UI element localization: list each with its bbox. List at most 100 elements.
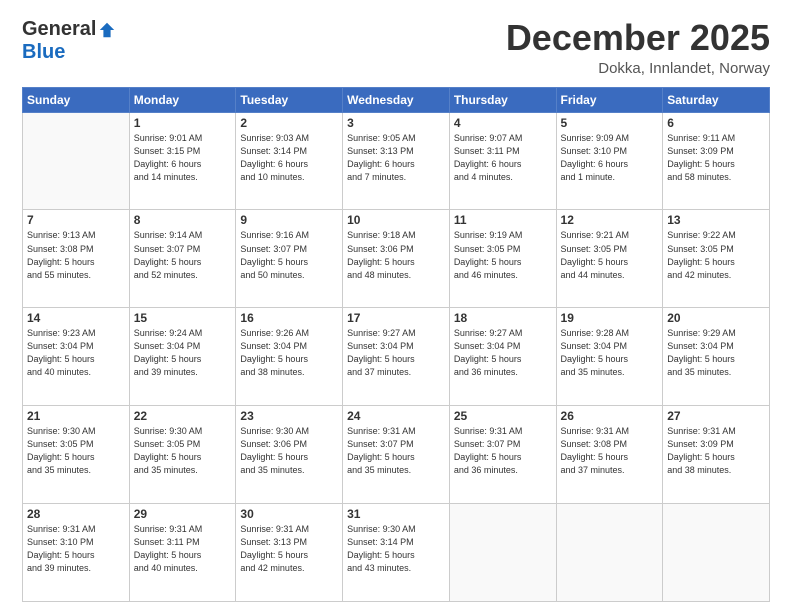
calendar-cell: 12Sunrise: 9:21 AM Sunset: 3:05 PM Dayli… [556,210,663,308]
day-info: Sunrise: 9:30 AM Sunset: 3:05 PM Dayligh… [27,425,125,477]
day-number: 11 [454,213,552,227]
day-info: Sunrise: 9:31 AM Sunset: 3:11 PM Dayligh… [134,523,232,575]
calendar-cell: 7 Sunrise: 9:13 AM Sunset: 3:08 PM Daylig… [23,210,130,308]
day-info: Sunrise: 9:19 AM Sunset: 3:05 PM Dayligh… [454,229,552,281]
calendar-cell: 22 Sunrise: 9:30 AM Sunset: 3:05 PM Dayli… [129,406,236,504]
day-info: Sunrise: 9:27 AM Sunset: 3:04 PM Dayligh… [347,327,445,379]
weekday-header-tuesday: Tuesday [236,87,343,112]
day-number: 13 [667,213,765,227]
calendar-cell: 16 Sunrise: 9:26 AM Sunset: 3:04 PM Dayli… [236,308,343,406]
day-number: 20 [667,311,765,325]
calendar-cell: 18 Sunrise: 9:27 AM Sunset: 3:04 PM Dayli… [449,308,556,406]
day-number: 7 [27,213,125,227]
week-row-2: 7 Sunrise: 9:13 AM Sunset: 3:08 PM Daylig… [23,210,770,308]
calendar-cell: 4 Sunrise: 9:07 AM Sunset: 3:11 PM Daylig… [449,112,556,210]
day-number: 24 [347,409,445,423]
day-info: Sunrise: 9:30 AM Sunset: 3:14 PM Dayligh… [347,523,445,575]
day-number: 17 [347,311,445,325]
calendar-cell: 15 Sunrise: 9:24 AM Sunset: 3:04 PM Dayli… [129,308,236,406]
calendar-cell: 29 Sunrise: 9:31 AM Sunset: 3:11 PM Dayli… [129,504,236,602]
day-number: 28 [27,507,125,521]
calendar-cell: 23Sunrise: 9:30 AM Sunset: 3:06 PM Dayli… [236,406,343,504]
page: General Blue December 2025 Dokka, Innlan… [0,0,792,612]
weekday-header-sunday: Sunday [23,87,130,112]
calendar-cell: 8 Sunrise: 9:14 AM Sunset: 3:07 PM Daylig… [129,210,236,308]
weekday-header-saturday: Saturday [663,87,770,112]
day-number: 27 [667,409,765,423]
day-info: Sunrise: 9:27 AM Sunset: 3:04 PM Dayligh… [454,327,552,379]
day-number: 26 [561,409,659,423]
calendar-cell [23,112,130,210]
calendar-cell: 1Sunrise: 9:01 AM Sunset: 3:15 PM Daylig… [129,112,236,210]
calendar-cell: 27 Sunrise: 9:31 AM Sunset: 3:09 PM Dayli… [663,406,770,504]
day-number: 5 [561,116,659,130]
day-info: Sunrise: 9:24 AM Sunset: 3:04 PM Dayligh… [134,327,232,379]
day-info: Sunrise: 9:31 AM Sunset: 3:13 PM Dayligh… [240,523,338,575]
calendar-cell: 11 Sunrise: 9:19 AM Sunset: 3:05 PM Dayli… [449,210,556,308]
calendar-cell: 6Sunrise: 9:11 AM Sunset: 3:09 PM Daylig… [663,112,770,210]
logo-general: General [22,18,96,41]
calendar-cell: 19 Sunrise: 9:28 AM Sunset: 3:04 PM Dayli… [556,308,663,406]
day-number: 30 [240,507,338,521]
logo-icon [98,21,116,39]
day-info: Sunrise: 9:01 AM Sunset: 3:15 PM Dayligh… [134,132,232,184]
calendar-table: SundayMondayTuesdayWednesdayThursdayFrid… [22,87,770,602]
day-info: Sunrise: 9:31 AM Sunset: 3:08 PM Dayligh… [561,425,659,477]
calendar-cell [556,504,663,602]
calendar-cell: 24 Sunrise: 9:31 AM Sunset: 3:07 PM Dayli… [343,406,450,504]
day-info: Sunrise: 9:30 AM Sunset: 3:05 PM Dayligh… [134,425,232,477]
calendar-cell: 13Sunrise: 9:22 AM Sunset: 3:05 PM Dayli… [663,210,770,308]
weekday-header-row: SundayMondayTuesdayWednesdayThursdayFrid… [23,87,770,112]
day-number: 8 [134,213,232,227]
week-row-5: 28Sunrise: 9:31 AM Sunset: 3:10 PM Dayli… [23,504,770,602]
location: Dokka, Innlandet, Norway [506,60,770,77]
calendar-cell: 2 Sunrise: 9:03 AM Sunset: 3:14 PM Daylig… [236,112,343,210]
day-number: 16 [240,311,338,325]
calendar-cell: 25 Sunrise: 9:31 AM Sunset: 3:07 PM Dayli… [449,406,556,504]
week-row-3: 14 Sunrise: 9:23 AM Sunset: 3:04 PM Dayli… [23,308,770,406]
day-number: 15 [134,311,232,325]
day-number: 12 [561,213,659,227]
day-info: Sunrise: 9:14 AM Sunset: 3:07 PM Dayligh… [134,229,232,281]
day-number: 22 [134,409,232,423]
calendar-cell: 20 Sunrise: 9:29 AM Sunset: 3:04 PM Dayli… [663,308,770,406]
calendar-cell: 3Sunrise: 9:05 AM Sunset: 3:13 PM Daylig… [343,112,450,210]
day-info: Sunrise: 9:13 AM Sunset: 3:08 PM Dayligh… [27,229,125,281]
day-info: Sunrise: 9:28 AM Sunset: 3:04 PM Dayligh… [561,327,659,379]
day-info: Sunrise: 9:29 AM Sunset: 3:04 PM Dayligh… [667,327,765,379]
day-info: Sunrise: 9:31 AM Sunset: 3:09 PM Dayligh… [667,425,765,477]
day-number: 2 [240,116,338,130]
day-number: 9 [240,213,338,227]
month-title: December 2025 [506,18,770,58]
day-info: Sunrise: 9:31 AM Sunset: 3:07 PM Dayligh… [454,425,552,477]
calendar-cell [663,504,770,602]
header: General Blue December 2025 Dokka, Innlan… [22,18,770,77]
calendar-cell: 9 Sunrise: 9:16 AM Sunset: 3:07 PM Daylig… [236,210,343,308]
day-number: 19 [561,311,659,325]
day-info: Sunrise: 9:31 AM Sunset: 3:07 PM Dayligh… [347,425,445,477]
day-number: 10 [347,213,445,227]
calendar-cell: 30 Sunrise: 9:31 AM Sunset: 3:13 PM Dayli… [236,504,343,602]
calendar-cell: 17 Sunrise: 9:27 AM Sunset: 3:04 PM Dayli… [343,308,450,406]
weekday-header-monday: Monday [129,87,236,112]
calendar-cell: 21Sunrise: 9:30 AM Sunset: 3:05 PM Dayli… [23,406,130,504]
day-number: 18 [454,311,552,325]
logo-blue: Blue [22,41,65,64]
day-number: 29 [134,507,232,521]
day-info: Sunrise: 9:16 AM Sunset: 3:07 PM Dayligh… [240,229,338,281]
day-number: 31 [347,507,445,521]
day-info: Sunrise: 9:18 AM Sunset: 3:06 PM Dayligh… [347,229,445,281]
day-number: 14 [27,311,125,325]
day-info: Sunrise: 9:30 AM Sunset: 3:06 PM Dayligh… [240,425,338,477]
day-info: Sunrise: 9:05 AM Sunset: 3:13 PM Dayligh… [347,132,445,184]
title-block: December 2025 Dokka, Innlandet, Norway [506,18,770,77]
day-info: Sunrise: 9:03 AM Sunset: 3:14 PM Dayligh… [240,132,338,184]
calendar-cell: 31 Sunrise: 9:30 AM Sunset: 3:14 PM Dayli… [343,504,450,602]
day-info: Sunrise: 9:26 AM Sunset: 3:04 PM Dayligh… [240,327,338,379]
day-number: 25 [454,409,552,423]
day-number: 4 [454,116,552,130]
day-info: Sunrise: 9:23 AM Sunset: 3:04 PM Dayligh… [27,327,125,379]
day-info: Sunrise: 9:09 AM Sunset: 3:10 PM Dayligh… [561,132,659,184]
day-info: Sunrise: 9:07 AM Sunset: 3:11 PM Dayligh… [454,132,552,184]
calendar-cell: 5 Sunrise: 9:09 AM Sunset: 3:10 PM Daylig… [556,112,663,210]
